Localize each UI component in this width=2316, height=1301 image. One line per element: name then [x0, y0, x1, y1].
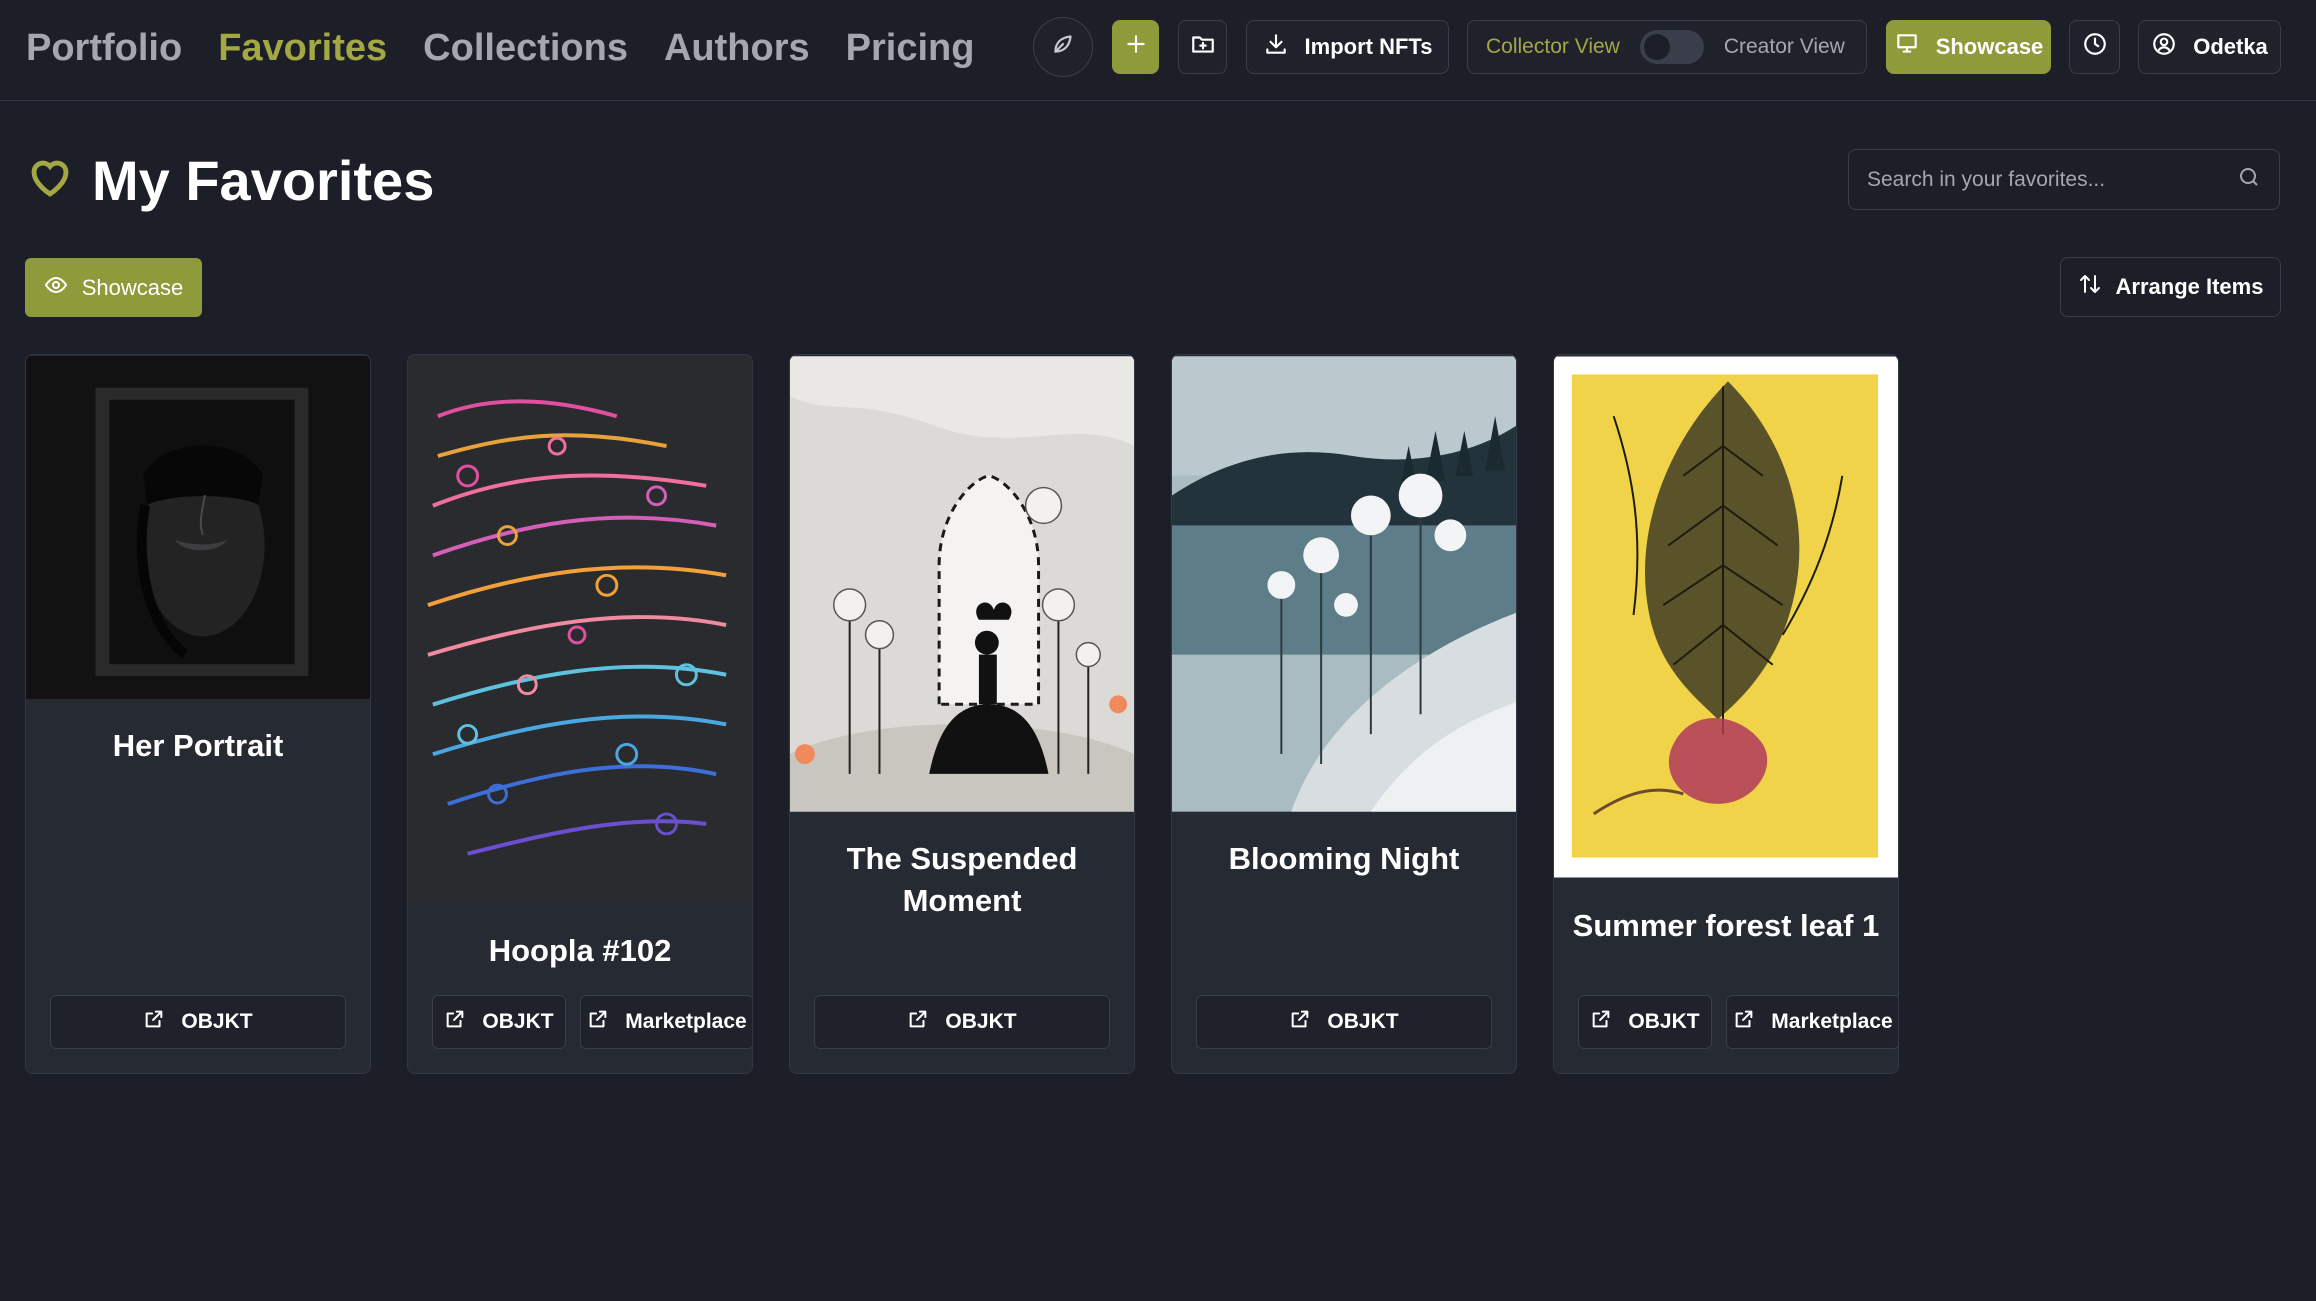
- objkt-link-button[interactable]: OBJKT: [1196, 995, 1492, 1049]
- marketplace-link-button[interactable]: Marketplace: [1726, 995, 1898, 1049]
- objkt-link-button[interactable]: OBJKT: [1578, 995, 1712, 1049]
- objkt-label: OBJKT: [1327, 1010, 1399, 1033]
- nav-pricing[interactable]: Pricing: [846, 22, 975, 74]
- new-folder-button[interactable]: [1178, 20, 1227, 74]
- marketplace-label: Marketplace: [625, 1010, 747, 1033]
- heart-icon: [26, 154, 74, 207]
- objkt-label: OBJKT: [181, 1010, 253, 1033]
- nft-title: Hoopla #102: [488, 933, 672, 968]
- showcase-nav-label: Showcase: [1935, 34, 2044, 59]
- nft-title: Summer forest leaf 1: [1572, 908, 1880, 943]
- nft-artwork[interactable]: [1554, 355, 1898, 879]
- arrange-items-button[interactable]: Arrange Items: [2060, 257, 2281, 317]
- nft-links: OBJKT Marketplace: [432, 995, 752, 1049]
- nft-card[interactable]: Hoopla #102 OBJKT Marketplace: [407, 354, 753, 1074]
- search-icon[interactable]: [2237, 165, 2261, 194]
- nav-authors[interactable]: Authors: [664, 22, 810, 74]
- nft-links: OBJKT Marketplace: [1578, 995, 1898, 1049]
- view-toggle: Collector View Creator View: [1467, 20, 1867, 74]
- nft-links: OBJKT: [1196, 995, 1516, 1049]
- objkt-link-button[interactable]: OBJKT: [50, 995, 346, 1049]
- external-link-icon: [587, 1008, 609, 1036]
- nft-artwork[interactable]: [408, 355, 752, 905]
- user-menu-button[interactable]: Odetka: [2138, 20, 2281, 74]
- view-switch[interactable]: [1639, 30, 1704, 64]
- presentation-icon: [1894, 31, 1920, 63]
- external-link-icon: [1733, 1008, 1755, 1036]
- user-name: Odetka: [2193, 34, 2268, 59]
- nft-card[interactable]: Summer forest leaf 1 OBJKT Marketplace: [1553, 354, 1899, 1074]
- objkt-label: OBJKT: [1628, 1010, 1700, 1033]
- leaf-button[interactable]: [1033, 17, 1093, 77]
- showcase-label: Showcase: [81, 274, 184, 300]
- nft-card[interactable]: Her Portrait OBJKT: [25, 354, 371, 1074]
- page-title: My Favorites: [92, 149, 435, 212]
- top-navigation: Portfolio Favorites Collections Authors …: [0, 0, 2316, 101]
- external-link-icon: [143, 1008, 165, 1036]
- showcase-button[interactable]: Showcase: [25, 258, 202, 317]
- nft-artwork[interactable]: [26, 355, 370, 700]
- objkt-link-button[interactable]: OBJKT: [814, 995, 1110, 1049]
- marketplace-label: Marketplace: [1771, 1010, 1893, 1033]
- collector-view-label[interactable]: Collector View: [1486, 35, 1620, 59]
- nft-title: Blooming Night: [1228, 841, 1460, 876]
- nav-collections[interactable]: Collections: [423, 22, 628, 74]
- external-link-icon: [907, 1008, 929, 1036]
- nft-artwork[interactable]: [1172, 355, 1516, 813]
- objkt-label: OBJKT: [945, 1010, 1017, 1033]
- arrange-items-label: Arrange Items: [2115, 274, 2264, 299]
- import-nfts-button[interactable]: Import NFTs: [1246, 20, 1449, 74]
- page-header: My Favorites: [26, 148, 434, 213]
- user-circle-icon: [2151, 31, 2177, 63]
- showcase-nav-button[interactable]: Showcase: [1886, 20, 2051, 74]
- objkt-label: OBJKT: [482, 1010, 554, 1033]
- nav-portfolio[interactable]: Portfolio: [26, 22, 182, 74]
- add-button[interactable]: [1112, 20, 1159, 74]
- search-input[interactable]: [1867, 167, 2237, 192]
- history-button[interactable]: [2069, 20, 2120, 74]
- marketplace-link-button[interactable]: Marketplace: [580, 995, 752, 1049]
- sort-arrows-icon: [2078, 272, 2102, 302]
- external-link-icon: [1289, 1008, 1311, 1036]
- nft-title: Her Portrait: [112, 728, 284, 763]
- nft-links: OBJKT: [50, 995, 370, 1049]
- external-link-icon: [444, 1008, 466, 1036]
- leaf-icon: [1050, 31, 1076, 63]
- objkt-link-button[interactable]: OBJKT: [432, 995, 566, 1049]
- folder-plus-icon: [1190, 31, 1216, 63]
- plus-icon: [1123, 31, 1149, 63]
- download-icon: [1263, 31, 1289, 63]
- nft-artwork[interactable]: [790, 355, 1134, 813]
- eye-icon: [44, 273, 68, 303]
- nft-card[interactable]: The Suspended Moment OBJKT: [789, 354, 1135, 1074]
- clock-icon: [2082, 31, 2108, 63]
- nft-card[interactable]: Blooming Night OBJKT: [1171, 354, 1517, 1074]
- creator-view-label[interactable]: Creator View: [1724, 35, 1845, 59]
- main-nav: Portfolio Favorites Collections Authors …: [26, 22, 974, 74]
- nav-favorites[interactable]: Favorites: [218, 22, 387, 74]
- nft-title: The Suspended Moment: [846, 841, 1078, 918]
- external-link-icon: [1590, 1008, 1612, 1036]
- import-nfts-label: Import NFTs: [1304, 34, 1433, 59]
- search-box: [1848, 149, 2280, 210]
- nft-links: OBJKT: [814, 995, 1134, 1049]
